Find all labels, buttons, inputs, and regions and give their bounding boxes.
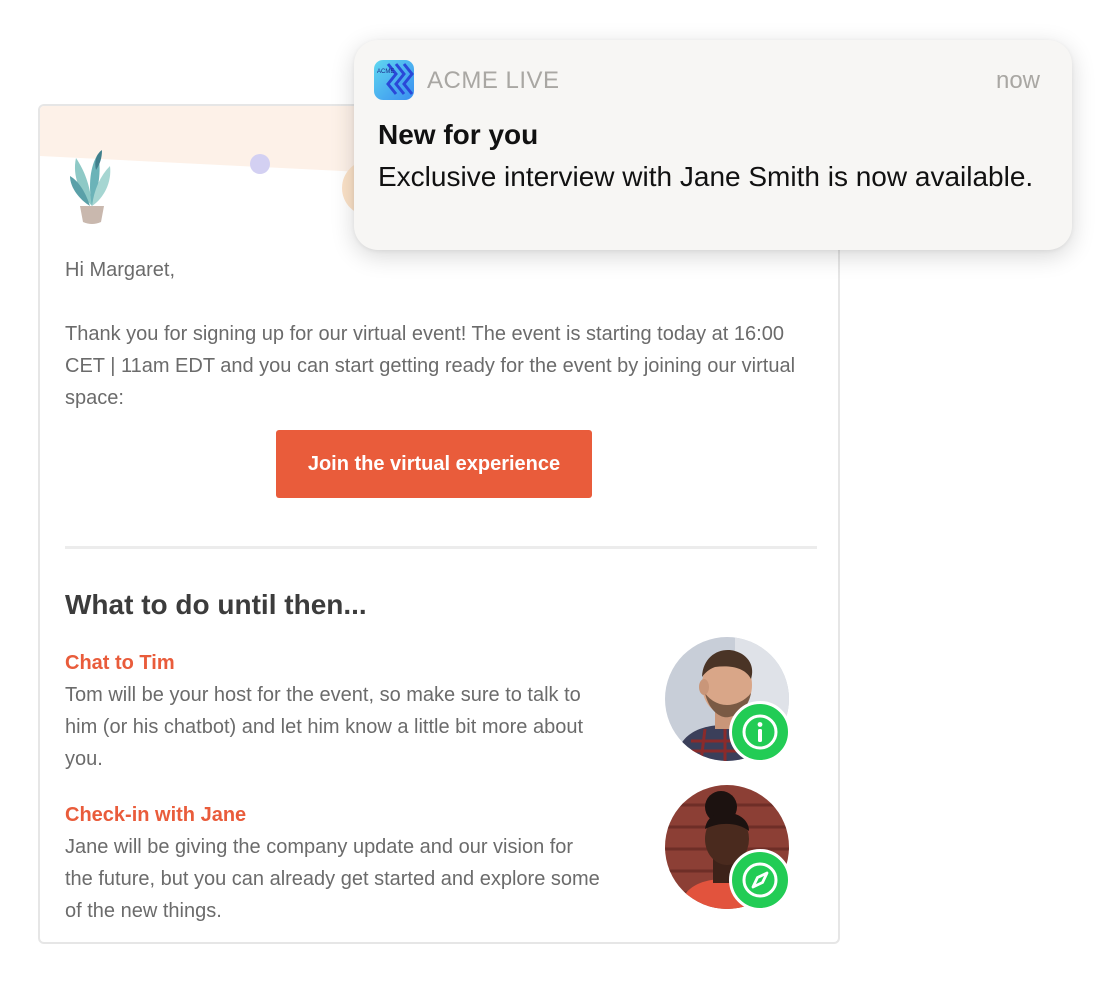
- host-avatar[interactable]: [665, 637, 791, 763]
- info-badge[interactable]: [729, 701, 791, 763]
- plant-icon: [70, 150, 111, 224]
- list-item-check-in-with-jane: Check-in with Jane Jane will be giving t…: [65, 785, 817, 929]
- list-item-chat-to-tim: Chat to Tim Tom will be your host for th…: [65, 637, 817, 771]
- compass-badge[interactable]: [729, 849, 791, 911]
- notification-app-name: ACME LIVE: [427, 67, 560, 94]
- svg-text:ACME: ACME: [377, 69, 394, 75]
- notification-body: Exclusive interview with Jane Smith is n…: [378, 161, 1034, 192]
- cta-container: Join the virtual experience: [65, 430, 815, 498]
- acme-live-app-icon: ACME: [374, 60, 414, 100]
- push-notification[interactable]: ACME ACME LIVE now New for you Exclusive…: [354, 40, 1072, 250]
- notification-title: New for you: [378, 119, 539, 150]
- email-body: Hi Margaret, Thank you for signing up fo…: [65, 254, 817, 929]
- greeting: Hi Margaret,: [65, 259, 176, 281]
- compass-icon: [742, 862, 778, 898]
- item-description: Jane will be giving the company update a…: [65, 836, 600, 922]
- speaker-avatar[interactable]: [665, 785, 791, 911]
- join-virtual-experience-button[interactable]: Join the virtual experience: [276, 430, 592, 498]
- item-description: Tom will be your host for the event, so …: [65, 684, 584, 770]
- intro-paragraph: Thank you for signing up for our virtual…: [65, 323, 796, 409]
- stage: Hi Margaret, Thank you for signing up fo…: [0, 0, 1112, 984]
- section-title: What to do until then...: [65, 589, 367, 620]
- notification-time: now: [995, 67, 1040, 94]
- info-icon: [742, 714, 778, 750]
- divider: [65, 546, 817, 549]
